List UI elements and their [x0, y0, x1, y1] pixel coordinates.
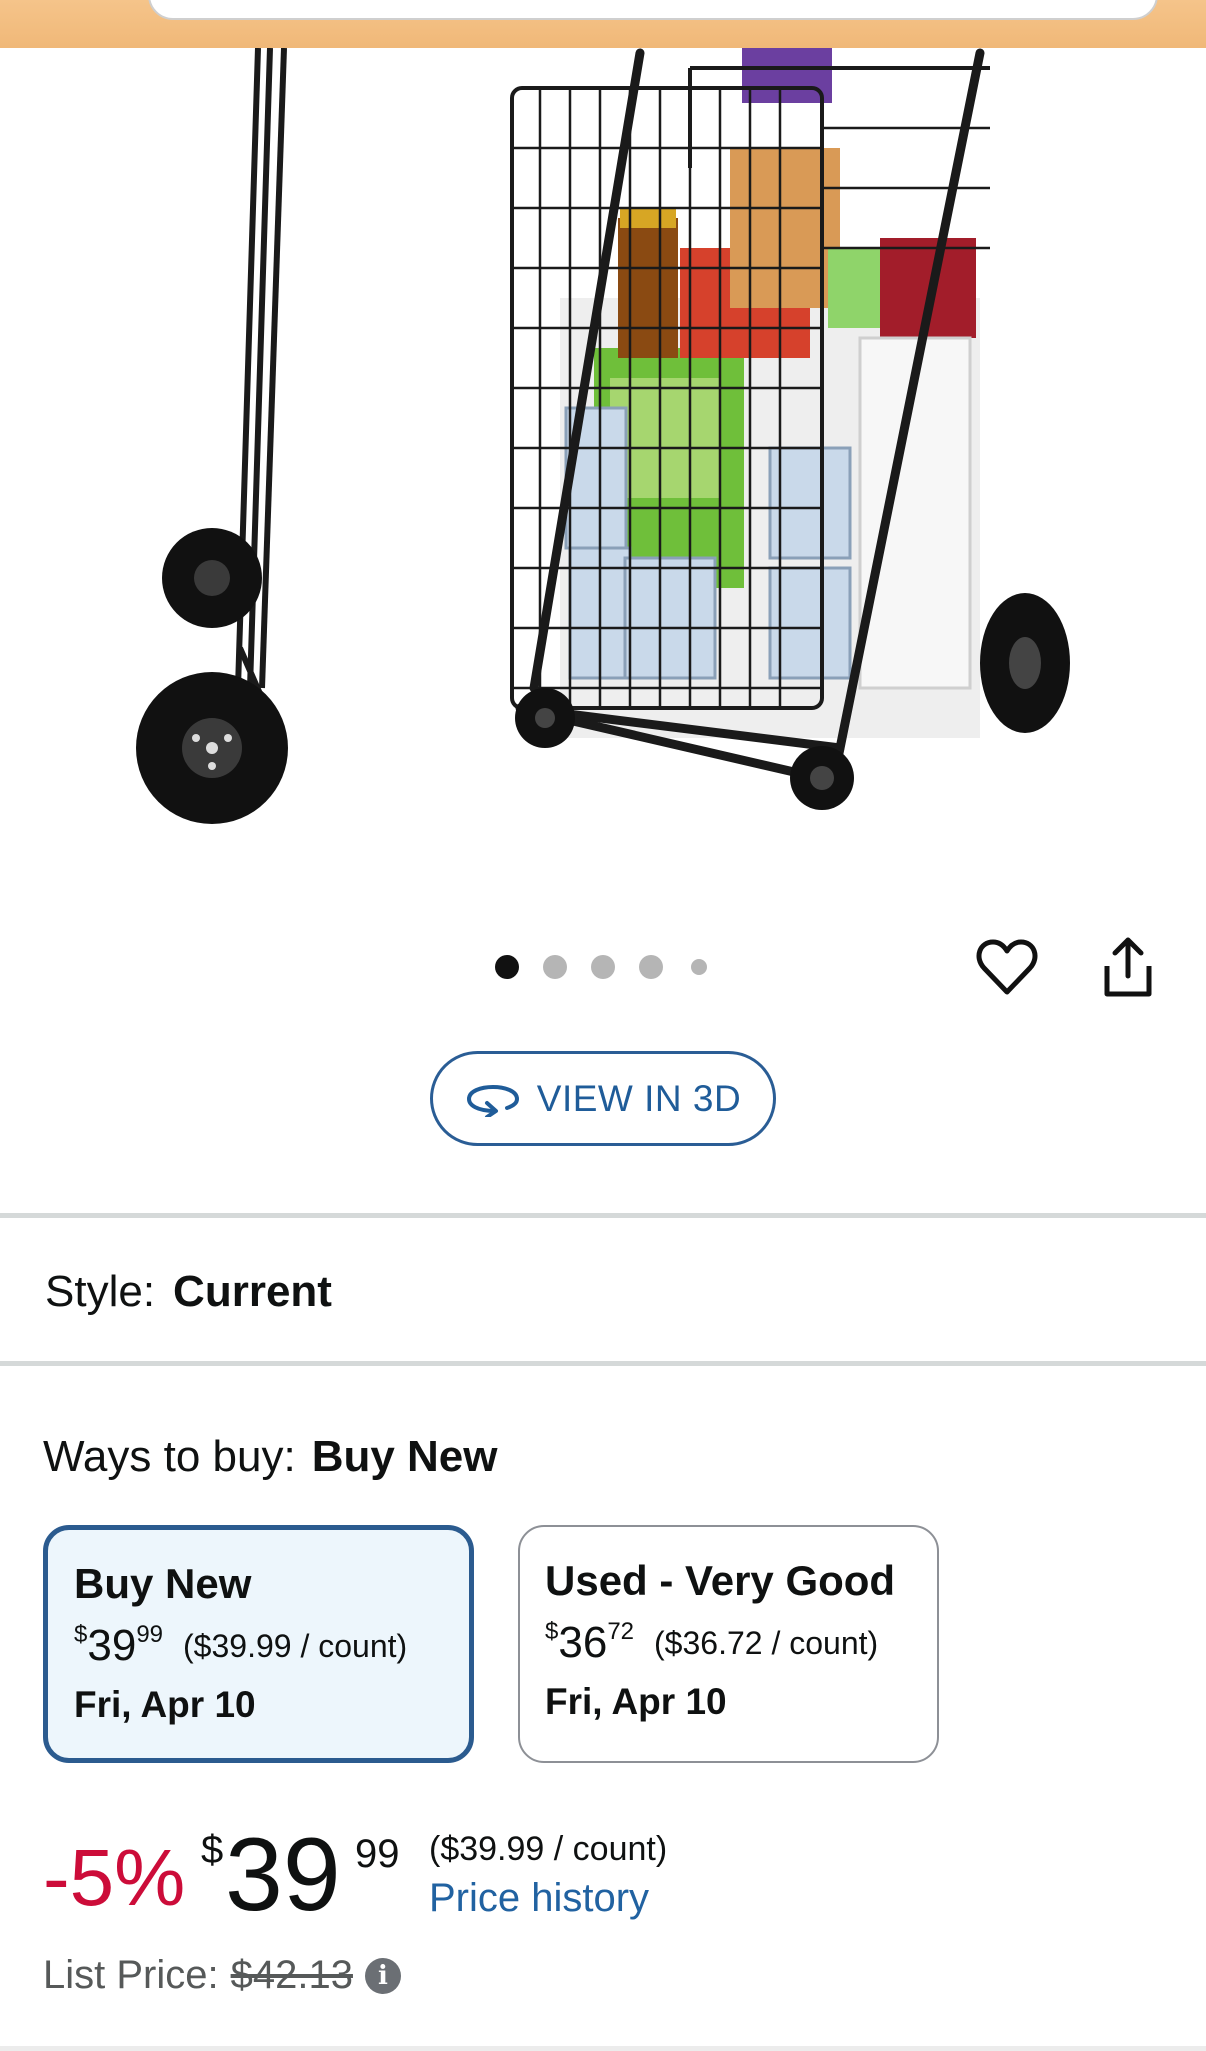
- info-icon[interactable]: i: [364, 1957, 401, 1994]
- delivery-date: Fri, Apr 10: [74, 1684, 256, 1725]
- option-price: $ 39 99 ($39.99 / count): [74, 1622, 469, 1670]
- share-button[interactable]: [1093, 932, 1163, 1002]
- price-whole: 39: [225, 1817, 341, 1933]
- ways-to-buy-label: Ways to buy:: [43, 1432, 296, 1481]
- rotate-3d-icon: [466, 1084, 519, 1117]
- divider: [0, 1213, 1206, 1218]
- price-whole: 36: [558, 1618, 608, 1667]
- price-currency: $: [201, 1828, 224, 1872]
- option-price: $ 36 72 ($36.72 / count): [545, 1619, 937, 1667]
- ways-to-buy-heading: Ways to buy: Buy New: [43, 1432, 498, 1482]
- price-currency: $: [545, 1618, 559, 1645]
- price-whole: 39: [87, 1621, 137, 1670]
- unit-price: ($39.99 / count): [183, 1628, 408, 1664]
- price-fraction: 99: [136, 1621, 164, 1648]
- option-title: Buy New: [74, 1560, 252, 1607]
- heart-outline-icon: [976, 939, 1038, 995]
- pagination-dot-5[interactable]: [691, 959, 707, 975]
- search-bar[interactable]: [148, 0, 1158, 20]
- price-fraction: 99: [355, 1832, 400, 1876]
- pagination-dot-1[interactable]: [495, 955, 519, 979]
- price-currency: $: [74, 1621, 88, 1648]
- share-icon: [1104, 937, 1152, 997]
- style-label: Style:: [45, 1267, 156, 1316]
- product-image: [136, 48, 1070, 824]
- list-price-value: $42.13: [230, 1953, 353, 1997]
- divider: [0, 2046, 1206, 2051]
- discount-percent: -5%: [43, 1833, 186, 1922]
- option-title: Used - Very Good: [545, 1557, 896, 1604]
- buy-option-used-very-good[interactable]: Used - Very Good $ 36 72 ($36.72 / count…: [518, 1525, 939, 1763]
- ways-to-buy-value: Buy New: [311, 1432, 498, 1481]
- pagination-dot-3[interactable]: [591, 955, 615, 979]
- divider: [0, 1361, 1206, 1366]
- image-pagination-dots[interactable]: [490, 953, 720, 983]
- unit-price: ($36.72 / count): [654, 1625, 879, 1661]
- style-selector[interactable]: Style: Current: [45, 1267, 332, 1317]
- price-block: -5% $ 39 99 ($39.99 / count) Price histo…: [43, 1820, 943, 1930]
- view-in-3d-button[interactable]: VIEW IN 3D: [430, 1051, 776, 1146]
- view-in-3d-label: VIEW IN 3D: [536, 1077, 742, 1119]
- buy-option-new[interactable]: Buy New $ 39 99 ($39.99 / count) Fri, Ap…: [43, 1525, 474, 1763]
- list-price-label: List Price:: [43, 1953, 219, 1997]
- pagination-dot-2[interactable]: [543, 955, 567, 979]
- delivery-date: Fri, Apr 10: [545, 1681, 727, 1722]
- price-fraction: 72: [607, 1618, 635, 1645]
- pagination-dot-4[interactable]: [639, 955, 663, 979]
- header-band: [0, 0, 1206, 48]
- style-value: Current: [173, 1267, 332, 1316]
- price-history-link[interactable]: Price history: [429, 1876, 649, 1921]
- product-image-gallery[interactable]: [0, 48, 1206, 868]
- unit-price: ($39.99 / count): [429, 1830, 668, 1868]
- list-price: List Price: $42.13 i: [43, 1953, 401, 1998]
- favorite-button[interactable]: [972, 932, 1042, 1002]
